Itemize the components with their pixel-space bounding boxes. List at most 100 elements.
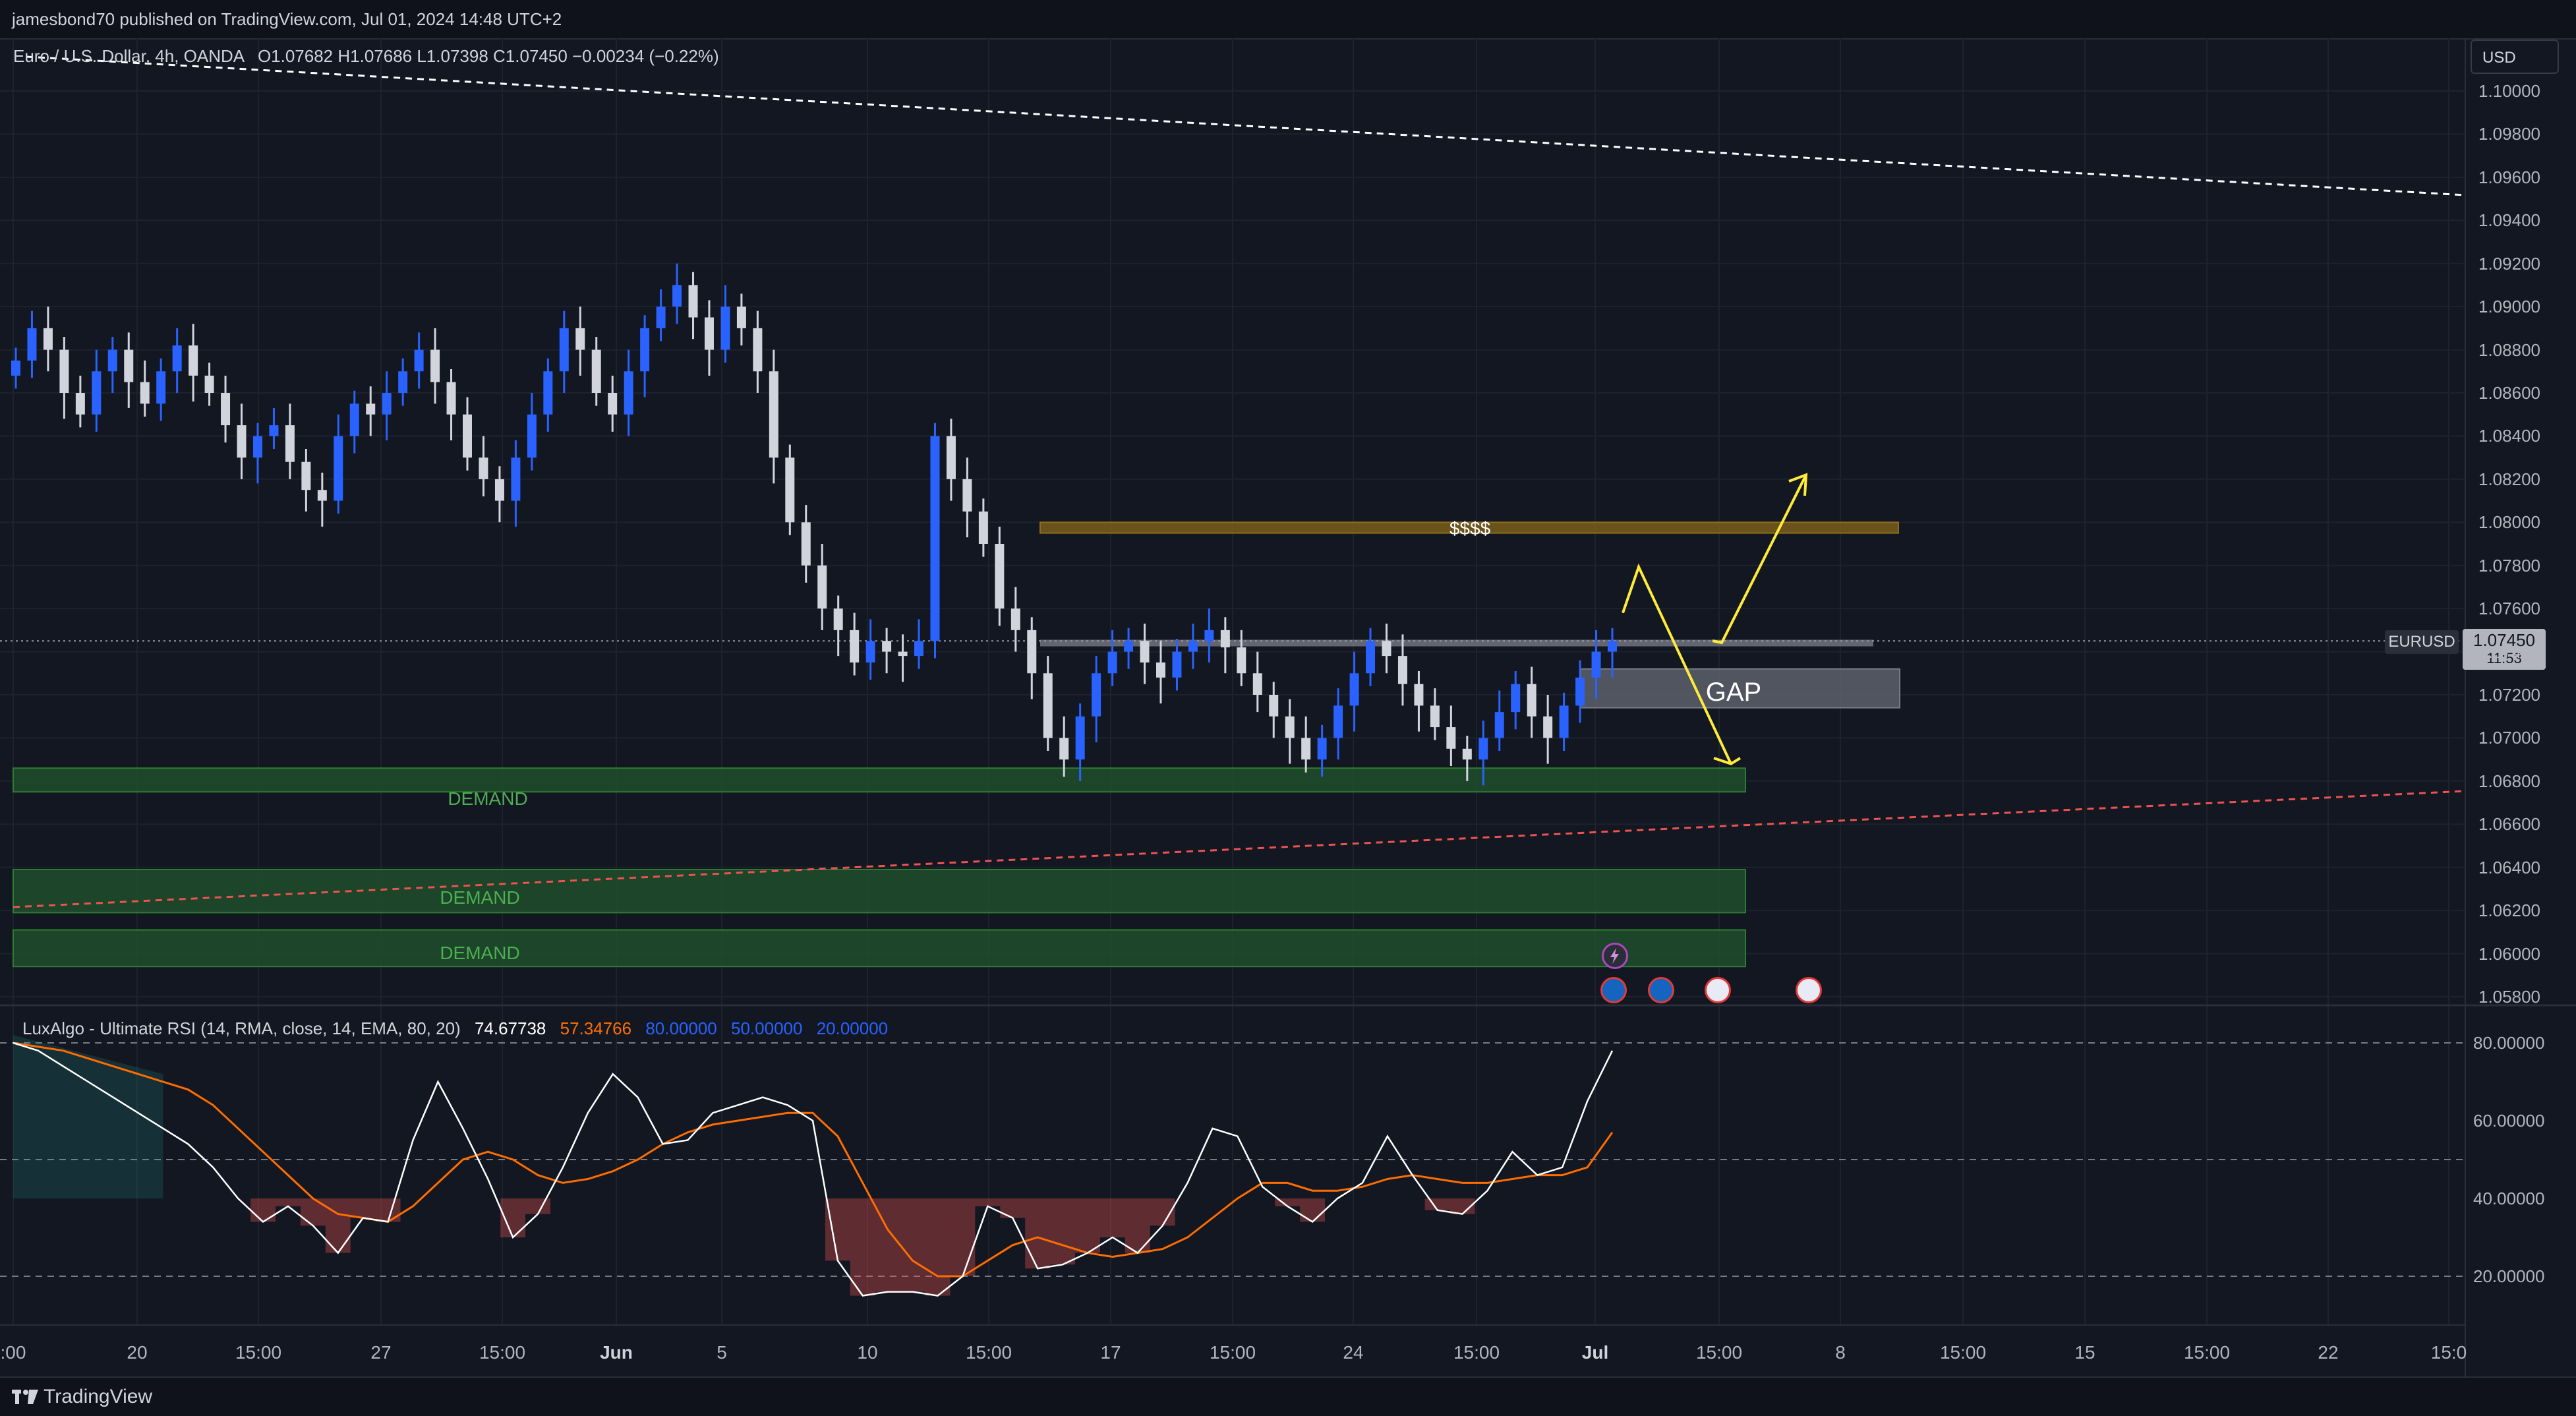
eu-flag-event-icon[interactable] xyxy=(1648,977,1674,1003)
tradingview-logo-icon xyxy=(12,1390,38,1404)
indicator-name: LuxAlgo - Ultimate RSI (14, RMA, close, … xyxy=(22,1018,461,1038)
candle-body xyxy=(479,457,488,479)
candle-body xyxy=(720,307,730,350)
symbol-legend[interactable]: Euro / U.S. Dollar, 4h, OANDA O1.07682 H… xyxy=(13,46,719,67)
candle-body xyxy=(850,630,860,663)
candle-body xyxy=(1237,647,1246,674)
time-tick-label: 17 xyxy=(1100,1342,1121,1363)
us-flag-event-icon[interactable] xyxy=(1705,977,1731,1003)
time-tick-label: 15:00 xyxy=(479,1342,526,1363)
time-tick-label: Jun xyxy=(600,1342,633,1363)
price-tick-label: 1.06800 xyxy=(2478,771,2540,791)
candle-body xyxy=(140,382,150,404)
rsi-tick-label: 60.00000 xyxy=(2473,1111,2545,1131)
price-tick-label: 1.06400 xyxy=(2478,857,2540,877)
rsi-tick-label: 40.00000 xyxy=(2473,1189,2545,1208)
candle-body xyxy=(59,349,69,393)
candle-body xyxy=(1462,748,1472,760)
candle-body xyxy=(494,479,504,501)
candle-body xyxy=(1124,641,1134,652)
candle-body xyxy=(736,307,746,328)
symbol-price-label: EURUSD xyxy=(2385,630,2459,654)
candle-body xyxy=(1527,684,1537,717)
us-flag-event-icon[interactable] xyxy=(1796,977,1822,1003)
candle-body xyxy=(27,328,37,361)
candle-body xyxy=(285,425,295,462)
candle-body xyxy=(1252,673,1262,695)
candle-body xyxy=(1366,641,1376,674)
candle-body xyxy=(1188,641,1198,652)
time-tick-label: 15:00 xyxy=(1939,1342,1987,1363)
time-tick-label: 15:00 xyxy=(965,1342,1012,1363)
candle-body xyxy=(511,457,521,501)
candle-body xyxy=(1446,727,1456,749)
candle-body xyxy=(430,349,440,382)
candle-body xyxy=(898,651,908,657)
candle-body xyxy=(1301,738,1311,760)
lightning-event-icon[interactable] xyxy=(1602,943,1628,969)
candle-body xyxy=(269,425,279,436)
candle-body xyxy=(11,360,20,376)
demand-zone xyxy=(13,868,1746,914)
candle-body xyxy=(43,328,53,350)
time-tick-label: Jul xyxy=(1581,1342,1609,1363)
candle-body xyxy=(1333,705,1343,738)
os-level: 20.00000 xyxy=(816,1018,889,1038)
chart-grid xyxy=(0,38,2465,1325)
rsi-tick-label: 80.00000 xyxy=(2473,1033,2545,1053)
price-tick-label: 1.07600 xyxy=(2478,599,2540,619)
candle-body xyxy=(189,345,198,376)
candle-body xyxy=(801,522,811,566)
price-tick-label: 1.06000 xyxy=(2478,943,2540,964)
price-tick-label: 1.06600 xyxy=(2478,814,2540,835)
price-tick-label: 1.08000 xyxy=(2478,512,2540,533)
candle-body xyxy=(833,608,843,630)
candle-body xyxy=(1397,656,1407,684)
eu-flag-event-icon[interactable] xyxy=(1600,977,1627,1003)
candle-body xyxy=(334,436,343,501)
candle-body xyxy=(1559,705,1569,738)
candle-body xyxy=(575,328,585,350)
rsi-overbought-fill xyxy=(13,1035,163,1198)
candle-body xyxy=(1140,641,1150,663)
candle-body xyxy=(978,511,988,544)
mid-level: 50.00000 xyxy=(731,1018,803,1038)
time-tick-label: 15:00 xyxy=(1453,1342,1500,1363)
candle-body xyxy=(124,349,134,382)
candle-body xyxy=(301,461,311,490)
price-tick-label: 1.07000 xyxy=(2478,728,2540,748)
candle-body xyxy=(930,436,940,641)
candle-body xyxy=(1285,716,1295,738)
candle-body xyxy=(1575,677,1585,706)
candle-body xyxy=(1591,651,1601,678)
candle-body xyxy=(1220,630,1230,648)
candle-body xyxy=(543,371,553,415)
time-tick-label: 15 xyxy=(2074,1342,2095,1363)
ohlc-values: O1.07682 H1.07686 L1.07398 C1.07450 −0.0… xyxy=(257,46,719,66)
price-tick-label: 1.08400 xyxy=(2478,426,2540,446)
time-tick-label: 24 xyxy=(1343,1342,1364,1363)
gap-label: GAP xyxy=(1705,678,1762,707)
currency-button[interactable]: USD xyxy=(2471,40,2559,74)
indicator-legend[interactable]: LuxAlgo - Ultimate RSI (14, RMA, close, … xyxy=(22,1018,897,1039)
price-tick-label: 1.09400 xyxy=(2478,210,2540,231)
demand-zone xyxy=(13,767,1746,793)
ob-level: 80.00000 xyxy=(645,1018,717,1038)
demand-zone xyxy=(13,929,1746,968)
candle-body xyxy=(1059,738,1069,760)
demand-label-3: DEMAND xyxy=(440,943,520,963)
footer-bar: TradingView xyxy=(0,1376,2576,1416)
time-tick-label: 8 xyxy=(1835,1342,1846,1363)
chart-canvas[interactable] xyxy=(0,0,2576,1415)
candle-body xyxy=(1043,673,1053,738)
candle-body xyxy=(559,328,569,372)
projection-arrow-down xyxy=(1622,563,1732,765)
rsi-oversold-fill xyxy=(250,1198,1475,1296)
candle-body xyxy=(1204,630,1214,641)
candle-body xyxy=(252,436,262,458)
candle-body xyxy=(414,349,424,372)
candle-body xyxy=(1107,651,1117,674)
candle-body xyxy=(865,641,875,663)
candle-body xyxy=(75,393,85,415)
candle-body xyxy=(1075,716,1085,760)
